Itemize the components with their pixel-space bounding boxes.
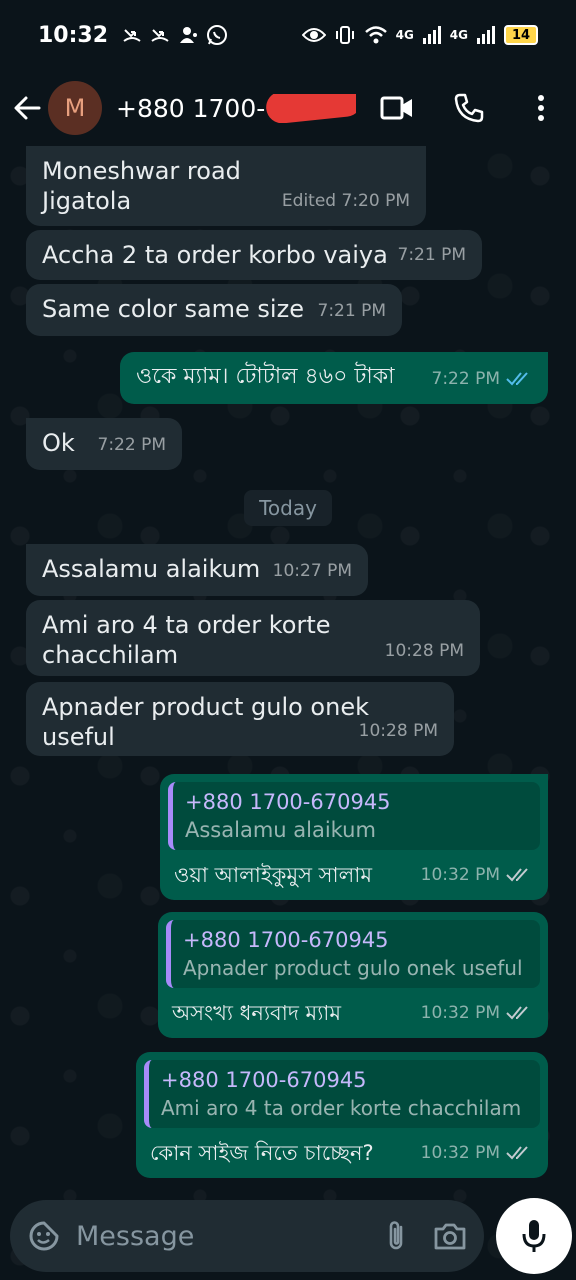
message-time: 10:32 PM — [420, 1143, 500, 1163]
emoji-sticker-icon[interactable] — [26, 1218, 62, 1254]
camera-icon[interactable] — [432, 1218, 468, 1254]
chat-header: M +880 1700-67 — [0, 70, 576, 146]
microphone-icon — [522, 1220, 546, 1252]
attach-icon[interactable] — [378, 1218, 414, 1254]
quoted-text: Apnader product gulo onek useful — [183, 956, 523, 980]
redaction-mark — [264, 93, 356, 123]
voice-message-button[interactable] — [496, 1198, 572, 1274]
message-incoming[interactable]: Moneshwar road Jigatola Edited 7:20 PM — [26, 146, 426, 226]
message-meta: 10:28 PM — [385, 636, 464, 666]
message-meta: 10:28 PM — [359, 716, 438, 746]
signal-icon-2 — [477, 26, 495, 44]
message-input-bar: Message — [10, 1200, 484, 1272]
back-arrow-icon[interactable] — [10, 91, 44, 125]
read-ticks-icon — [506, 372, 528, 386]
message-time: 7:22 PM — [97, 435, 167, 455]
quoted-text: Ami aro 4 ta order korte chacchilam — [161, 1096, 522, 1120]
quoted-author: +880 1700-670945 — [183, 928, 389, 952]
message-time: 10:32 PM — [420, 1003, 500, 1023]
message-time: 10:27 PM — [272, 561, 352, 581]
missed-call-icon — [123, 29, 141, 42]
message-incoming[interactable]: Ok 7:22 PM — [26, 418, 182, 470]
message-time: 7:21 PM — [397, 245, 467, 265]
eye-icon — [301, 28, 326, 42]
quoted-message[interactable]: +880 1700-670945 Ami aro 4 ta order kort… — [144, 1060, 540, 1128]
message-incoming[interactable]: Apnader product gulo onek useful 10:28 P… — [26, 682, 454, 756]
message-incoming[interactable]: Accha 2 ta order korbo vaiya 7:21 PM — [26, 230, 482, 280]
quoted-author: +880 1700-670945 — [185, 790, 391, 814]
message-incoming[interactable]: Ami aro 4 ta order korte chacchilam 10:2… — [26, 600, 480, 676]
read-ticks-icon — [506, 868, 528, 882]
signal-icon — [422, 26, 441, 44]
message-meta: 7:22 PM — [432, 364, 533, 394]
wifi-icon — [364, 26, 387, 44]
message-incoming[interactable]: Assalamu alaikum 10:27 PM — [26, 544, 368, 596]
quoted-author: +880 1700-670945 — [161, 1068, 367, 1092]
message-outgoing-reply[interactable]: +880 1700-670945 Apnader product gulo on… — [158, 912, 548, 1038]
more-options-icon[interactable] — [524, 91, 558, 125]
message-time: 7:22 PM — [431, 369, 501, 389]
network-2-label: 4G — [449, 28, 468, 42]
quoted-message[interactable]: +880 1700-670945 Apnader product gulo on… — [166, 920, 540, 988]
message-meta: 10:32 PM — [421, 998, 532, 1028]
battery-indicator: 14 — [504, 25, 538, 45]
message-meta: 7:21 PM — [318, 296, 387, 326]
message-time: 10:28 PM — [358, 721, 438, 741]
avatar[interactable]: M — [48, 81, 102, 135]
message-input[interactable]: Message — [76, 1221, 360, 1252]
voice-call-icon[interactable] — [452, 91, 486, 125]
contact-icon — [180, 27, 198, 43]
read-ticks-icon — [506, 1006, 528, 1020]
message-time: 10:28 PM — [384, 641, 464, 661]
message-meta: 10:27 PM — [273, 556, 352, 586]
message-meta: 10:32 PM — [421, 1138, 532, 1168]
quoted-message[interactable]: +880 1700-670945 Assalamu alaikum — [168, 782, 540, 850]
quoted-text: Assalamu alaikum — [185, 818, 376, 842]
message-list: Moneshwar road Jigatola Edited 7:20 PM A… — [0, 146, 576, 1196]
day-separator: Today — [244, 490, 332, 526]
vibrate-icon — [335, 26, 354, 44]
message-time: 10:32 PM — [420, 865, 500, 885]
message-time: 7:21 PM — [317, 301, 387, 321]
message-meta: 10:32 PM — [421, 860, 532, 890]
message-outgoing-reply[interactable]: +880 1700-670945 Assalamu alaikum ওয়া আ… — [160, 774, 548, 900]
network-1-label: 4G — [395, 28, 414, 42]
read-ticks-icon — [506, 1146, 528, 1160]
video-call-icon[interactable] — [380, 91, 414, 125]
status-time: 10:32 — [38, 22, 109, 48]
whatsapp-icon — [207, 25, 228, 45]
message-meta: Edited 7:20 PM — [282, 186, 410, 216]
missed-call-icon-2 — [151, 29, 169, 42]
status-right: 4G 4G 14 — [301, 24, 538, 46]
message-time: Edited 7:20 PM — [281, 191, 410, 211]
message-outgoing-reply[interactable]: +880 1700-670945 Ami aro 4 ta order kort… — [136, 1052, 548, 1178]
message-incoming[interactable]: Same color same size 7:21 PM — [26, 284, 402, 336]
message-outgoing[interactable]: ওকে ম্যাম। টোটাল ৪৬০ টাকা 7:22 PM — [120, 352, 548, 404]
status-left: 10:32 — [38, 23, 228, 48]
message-meta: 7:22 PM — [98, 430, 167, 460]
contact-name[interactable]: +880 1700-67 — [116, 93, 356, 123]
status-bar: 10:32 4G 4G 14 — [0, 0, 576, 70]
header-actions — [380, 91, 562, 125]
message-meta: 7:21 PM — [398, 240, 467, 270]
